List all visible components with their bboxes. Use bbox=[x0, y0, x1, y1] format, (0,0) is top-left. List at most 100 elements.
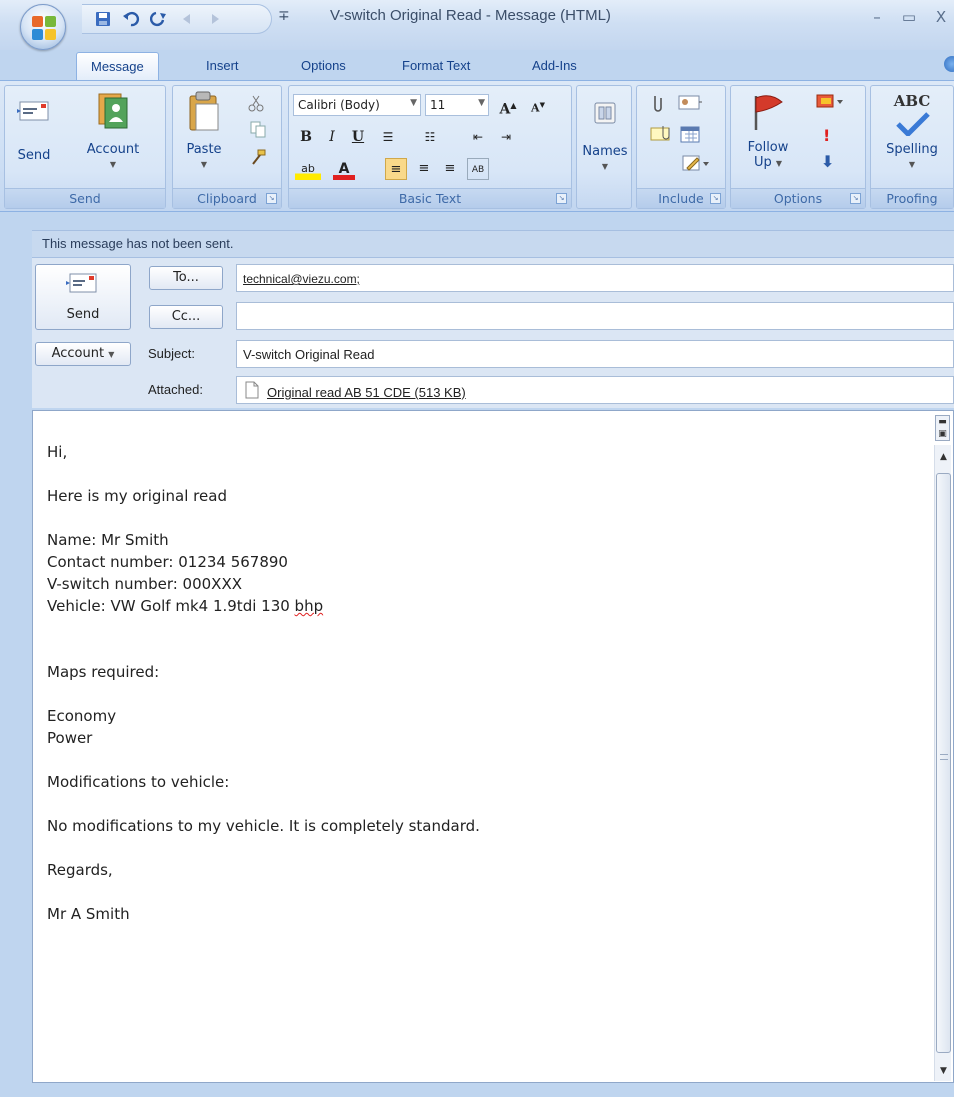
redo-icon[interactable] bbox=[150, 10, 168, 28]
body-line-maps-heading: Maps required: bbox=[47, 663, 160, 681]
body-text[interactable]: Hi, Here is my original read Name: Mr Sm… bbox=[47, 441, 480, 925]
chevron-down-icon: ▼ bbox=[775, 159, 783, 168]
to-recipient[interactable]: technical@viezu.com; bbox=[243, 272, 360, 286]
increase-indent-icon[interactable]: ⇥ bbox=[495, 126, 517, 148]
cc-field[interactable] bbox=[236, 302, 954, 330]
font-name-combo[interactable]: Calibri (Body) ▼ bbox=[293, 94, 421, 116]
bold-icon[interactable]: B bbox=[295, 126, 317, 148]
font-size-combo[interactable]: 11 ▼ bbox=[425, 94, 489, 116]
info-bar: This message has not been sent. bbox=[32, 230, 954, 258]
vertical-scrollbar[interactable]: ▲ ▼ bbox=[934, 445, 951, 1081]
names-button[interactable]: Names ▼ bbox=[579, 100, 631, 174]
underline-icon[interactable]: U bbox=[347, 126, 369, 148]
send-group: Send Account ▼ Send bbox=[4, 85, 166, 209]
send-icon bbox=[66, 273, 97, 293]
body-line-mods-heading: Modifications to vehicle: bbox=[47, 773, 230, 791]
align-left-icon[interactable]: ≡ bbox=[385, 158, 407, 180]
subject-field[interactable]: V-switch Original Read bbox=[236, 340, 954, 368]
misspelled-word[interactable]: bhp bbox=[295, 597, 324, 615]
minimize-button[interactable]: – bbox=[862, 6, 892, 28]
send-icon bbox=[17, 101, 49, 121]
decrease-indent-icon[interactable]: ⇤ bbox=[467, 126, 489, 148]
business-card-icon[interactable] bbox=[677, 92, 703, 112]
body-line-greeting: Hi, bbox=[47, 443, 68, 461]
cut-icon[interactable] bbox=[247, 94, 265, 112]
grow-font-icon[interactable]: A▲ bbox=[497, 94, 519, 118]
scroll-down-icon[interactable]: ▼ bbox=[935, 1063, 952, 1079]
format-painter-icon[interactable] bbox=[249, 148, 267, 166]
send-ribbon-button[interactable]: Send bbox=[9, 96, 59, 163]
italic-icon[interactable]: I bbox=[321, 126, 343, 148]
ruler-toggle-icon[interactable]: ▬ ▣ bbox=[935, 415, 950, 441]
calendar-icon[interactable] bbox=[679, 124, 701, 144]
account-button[interactable]: Account ▼ bbox=[35, 342, 131, 366]
basic-text-launcher-icon[interactable]: ↘ bbox=[556, 193, 567, 204]
scroll-thumb[interactable] bbox=[936, 473, 951, 1053]
follow-up-button[interactable]: Follow Up ▼ bbox=[733, 92, 803, 171]
message-body[interactable]: Hi, Here is my original read Name: Mr Sm… bbox=[32, 410, 954, 1083]
numbering-icon[interactable]: ☷ bbox=[419, 126, 441, 148]
customize-qat-icon[interactable]: ∓ bbox=[278, 8, 290, 24]
bullets-icon[interactable]: ☰ bbox=[377, 126, 399, 148]
body-blank bbox=[47, 881, 480, 903]
attachment-link[interactable]: Original read AB 51 CDE (513 KB) bbox=[267, 385, 466, 400]
send-button[interactable]: Send bbox=[35, 264, 131, 330]
window-bottom-edge bbox=[0, 1083, 954, 1097]
scroll-up-icon[interactable]: ▲ bbox=[935, 449, 952, 465]
align-right-icon[interactable]: ≡ bbox=[439, 158, 461, 180]
align-center-icon[interactable]: ≡ bbox=[413, 158, 435, 180]
clipboard-launcher-icon[interactable]: ↘ bbox=[266, 193, 277, 204]
tab-insert[interactable]: Insert bbox=[192, 52, 253, 80]
attach-file-icon[interactable] bbox=[649, 92, 667, 114]
send-label: Send bbox=[66, 307, 100, 322]
paste-icon bbox=[189, 91, 219, 131]
tab-format-text[interactable]: Format Text bbox=[388, 52, 484, 80]
font-name-value: Calibri (Body) bbox=[298, 98, 380, 112]
chevron-down-icon: ▼ bbox=[601, 162, 609, 171]
tab-options[interactable]: Options bbox=[287, 52, 360, 80]
body-blank bbox=[47, 837, 480, 859]
attached-label: Attached: bbox=[148, 382, 203, 397]
save-icon[interactable] bbox=[94, 10, 112, 28]
body-line-vehicle: Vehicle: VW Golf mk4 1.9tdi 130 bhp bbox=[47, 595, 480, 617]
office-button[interactable] bbox=[20, 4, 66, 50]
body-blank bbox=[47, 617, 480, 639]
account-ribbon-button[interactable]: Account ▼ bbox=[63, 92, 163, 172]
tab-add-ins[interactable]: Add-Ins bbox=[518, 52, 591, 80]
styles-icon[interactable]: AB bbox=[467, 158, 489, 180]
include-launcher-icon[interactable]: ↘ bbox=[710, 193, 721, 204]
categorize-icon[interactable] bbox=[815, 92, 845, 112]
close-button[interactable]: X bbox=[926, 6, 954, 28]
low-importance-icon[interactable]: ⬇ bbox=[821, 152, 834, 171]
vehicle-text: Vehicle: VW Golf mk4 1.9tdi 130 bbox=[47, 597, 295, 615]
spelling-button[interactable]: ABC Spelling ▼ bbox=[873, 94, 951, 172]
undo-icon[interactable] bbox=[122, 10, 140, 28]
previous-item-icon[interactable] bbox=[178, 10, 196, 28]
chevron-down-icon: ▼ bbox=[109, 160, 117, 169]
next-item-icon[interactable] bbox=[206, 10, 224, 28]
highlight-icon[interactable]: ab bbox=[295, 158, 321, 180]
body-line-intro: Here is my original read bbox=[47, 487, 227, 505]
to-field[interactable]: technical@viezu.com; bbox=[236, 264, 954, 292]
clipboard-group-label: Clipboard bbox=[173, 188, 281, 208]
paste-button[interactable]: Paste ▼ bbox=[179, 90, 229, 172]
signature-icon[interactable] bbox=[681, 154, 711, 174]
high-importance-icon[interactable]: ! bbox=[823, 126, 830, 145]
names-label: Names bbox=[582, 144, 628, 159]
font-color-icon[interactable]: A bbox=[333, 158, 355, 180]
options-launcher-icon[interactable]: ↘ bbox=[850, 193, 861, 204]
shrink-font-icon[interactable]: A▼ bbox=[527, 94, 549, 116]
cc-button[interactable]: Cc... bbox=[149, 305, 223, 329]
copy-icon[interactable] bbox=[249, 120, 267, 138]
body-blank bbox=[47, 683, 480, 705]
follow-up-label-up: Up bbox=[753, 155, 772, 170]
tab-message[interactable]: Message bbox=[76, 52, 159, 80]
body-blank bbox=[47, 749, 480, 771]
body-line-regards: Regards, bbox=[47, 861, 113, 879]
clipboard-group: Paste ▼ Clipboard ↘ bbox=[172, 85, 282, 209]
to-button[interactable]: To... bbox=[149, 266, 223, 290]
help-icon[interactable] bbox=[944, 56, 954, 72]
attach-item-icon[interactable] bbox=[649, 124, 673, 144]
maximize-button[interactable]: ▭ bbox=[894, 6, 924, 28]
chevron-down-icon: ▼ bbox=[200, 160, 208, 169]
